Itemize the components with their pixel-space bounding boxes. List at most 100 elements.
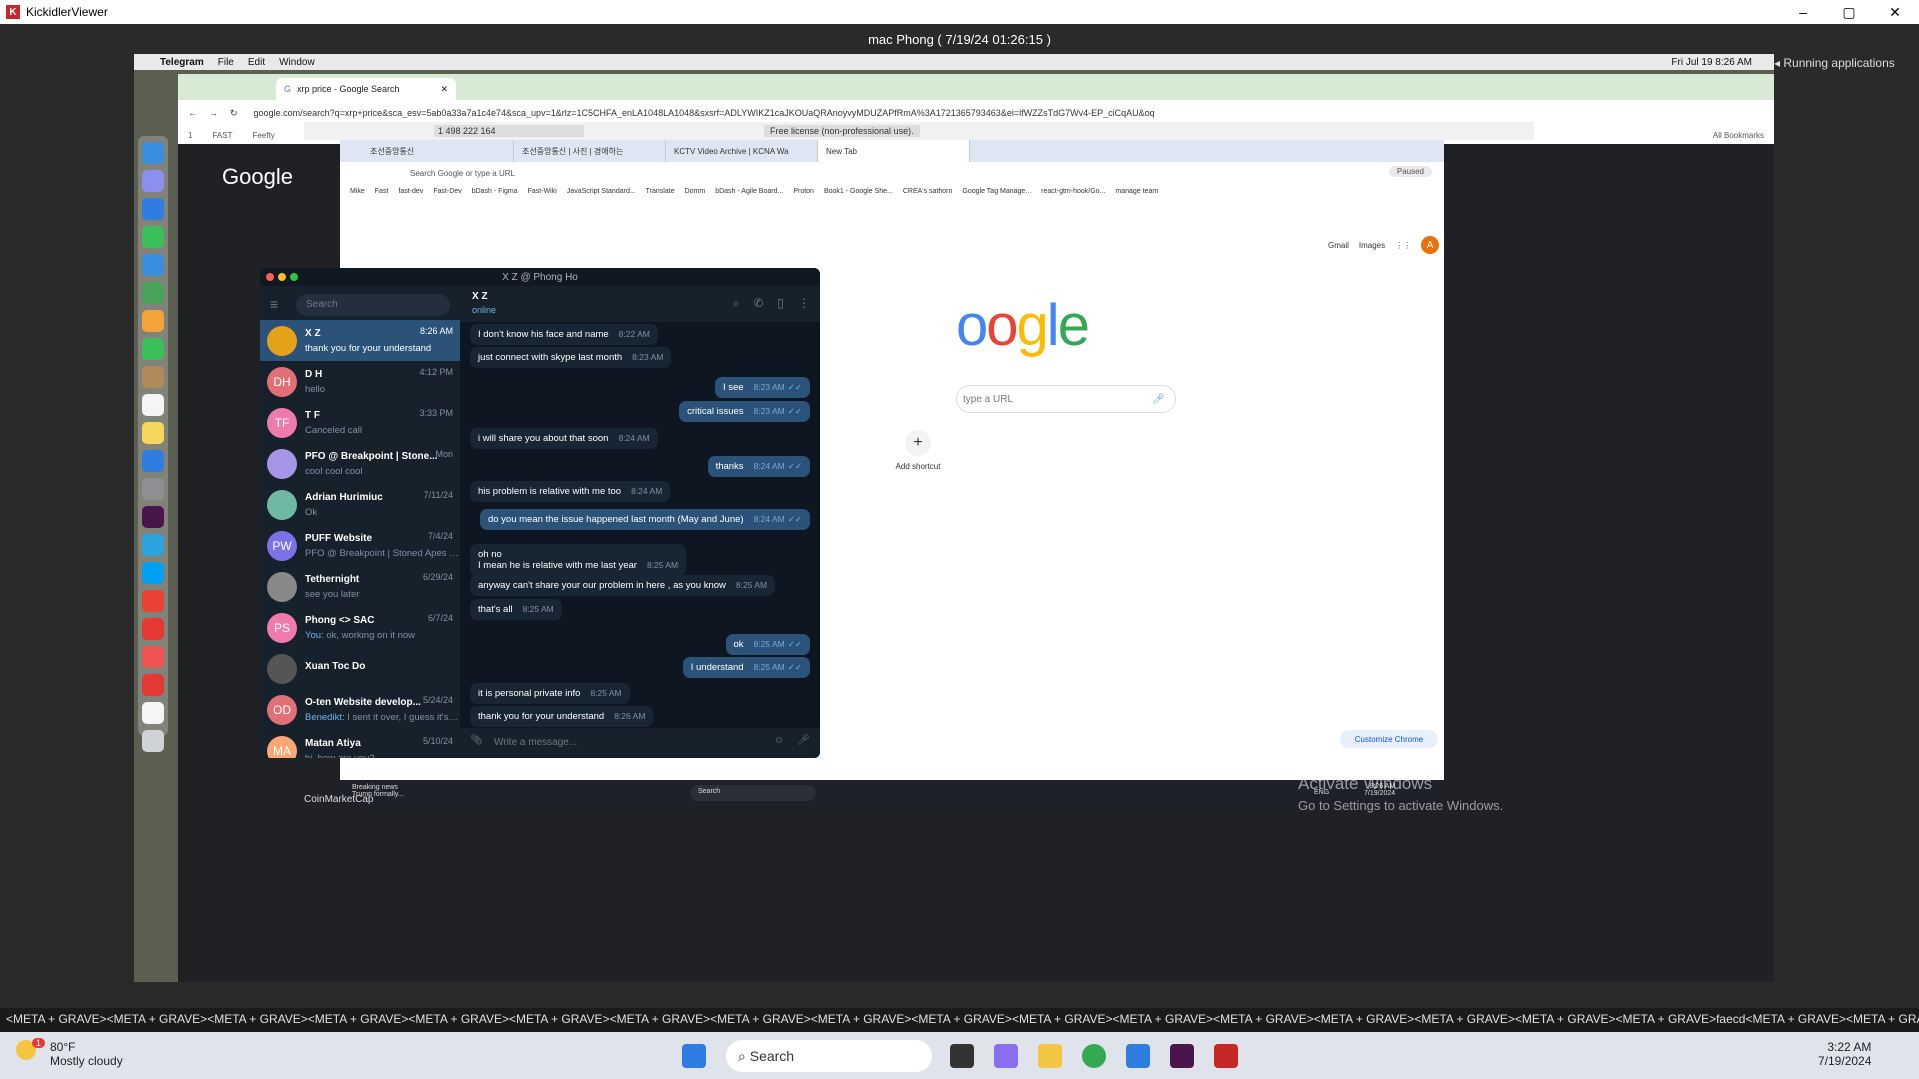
chat-item[interactable]: PFO @ Breakpoint | Stone... cool cool coo…: [260, 443, 460, 484]
chat-item[interactable]: MA Matan Atiya hi, how are you? 5/10/24: [260, 730, 460, 758]
apps-grid-icon[interactable]: ⋮⋮: [1395, 241, 1411, 250]
telegram-icon[interactable]: [142, 534, 164, 556]
inner-bookmark[interactable]: Proton: [793, 188, 814, 195]
vscode-icon[interactable]: [1126, 1044, 1150, 1068]
inner-bookmark[interactable]: Mike: [350, 188, 365, 195]
tab-xrp-price[interactable]: G xrp price - Google Search ✕: [276, 78, 456, 100]
contacts-icon[interactable]: [142, 366, 164, 388]
session-id-field[interactable]: 1 498 222 164: [434, 125, 584, 137]
weather-widget[interactable]: 1 80°F Mostly cloudy: [16, 1038, 123, 1068]
address-bar[interactable]: google.com/search?q=xrp+price&sca_esv=5a…: [254, 108, 1154, 118]
bookmark-fast[interactable]: FAST: [212, 131, 232, 140]
menu-file[interactable]: File: [218, 57, 234, 68]
chat-item[interactable]: X Zthank you for your understand 8:26 AM: [260, 320, 460, 361]
inner-bookmark[interactable]: react-gtm-hook/Go...: [1041, 188, 1105, 195]
google-search-box[interactable]: type a URL 🎤︎: [956, 385, 1176, 413]
message-bubble[interactable]: oh no I mean he is relative with me last …: [470, 544, 687, 576]
inner-tab-1[interactable]: 조선중앙통신: [362, 140, 514, 162]
maximize-button[interactable]: ▢: [1826, 0, 1872, 24]
customize-chrome-button[interactable]: Customize Chrome: [1340, 730, 1438, 748]
contact-name[interactable]: X Z: [472, 291, 488, 302]
zoom-light-icon[interactable]: [290, 273, 298, 281]
bookmark-1[interactable]: 1: [188, 131, 192, 140]
chrome-taskbar-icon[interactable]: [1082, 1044, 1106, 1068]
bookmark-feefty[interactable]: Feefty: [252, 131, 274, 140]
message-bubble[interactable]: his problem is relative with me too 8:24 …: [470, 481, 671, 502]
notes-icon[interactable]: [142, 422, 164, 444]
inner-address-bar[interactable]: Search Google or type a URL Paused: [340, 162, 1444, 184]
chat-item[interactable]: Adrian Hurimiuc Ok 7/11/24: [260, 484, 460, 525]
more-icon[interactable]: ⋮: [798, 296, 810, 311]
settings-icon[interactable]: [142, 478, 164, 500]
maps-icon[interactable]: [142, 282, 164, 304]
message-bubble[interactable]: thanks 8:24 AM ✓✓: [707, 456, 810, 477]
copilot-icon[interactable]: [994, 1044, 1018, 1068]
tab-close-icon[interactable]: ✕: [440, 84, 448, 95]
chat-item[interactable]: DH D Hhello 4:12 PM: [260, 361, 460, 402]
remote-screen[interactable]: Telegram File Edit Window Fri Jul 19 8:2…: [134, 54, 1774, 982]
close-button[interactable]: ✕: [1872, 0, 1918, 24]
reload-icon[interactable]: ↻: [230, 108, 238, 119]
chat-item[interactable]: Xuan Toc Do: [260, 648, 460, 689]
images-link[interactable]: Images: [1359, 241, 1385, 250]
minimize-button[interactable]: –: [1780, 0, 1826, 24]
attach-icon[interactable]: 📎︎: [470, 735, 483, 746]
menu-edit[interactable]: Edit: [248, 57, 265, 68]
inner-bookmark[interactable]: bDash - Agile Board...: [715, 188, 783, 195]
skype-icon[interactable]: [142, 562, 164, 584]
inner-bookmark[interactable]: Fast-Wiki: [528, 188, 557, 195]
message-bubble[interactable]: anyway can't share your our problem in h…: [470, 575, 776, 596]
minimize-light-icon[interactable]: [278, 273, 286, 281]
photos-icon[interactable]: [142, 310, 164, 332]
taskbar-clock[interactable]: 3:22 AM 7/19/2024: [1818, 1040, 1871, 1068]
menubar-app[interactable]: Telegram: [160, 57, 204, 68]
message-bubble[interactable]: I understand 8:25 AM ✓✓: [682, 657, 810, 678]
slack-taskbar-icon[interactable]: [1170, 1044, 1194, 1068]
account-avatar[interactable]: A: [1421, 236, 1440, 254]
gmail-link[interactable]: Gmail: [1328, 241, 1349, 250]
inner-bookmark[interactable]: Translate: [646, 188, 675, 195]
inner-bookmark[interactable]: fast-dev: [398, 188, 423, 195]
inner-tab-2[interactable]: 조선중앙통신 | 사진 | 경애하는: [514, 140, 666, 162]
inner-bookmark[interactable]: Google Tag Manage...: [962, 188, 1031, 195]
chat-item[interactable]: Tethernight see you later 6/29/24: [260, 566, 460, 607]
anydesk2-icon[interactable]: [142, 646, 164, 668]
mail-icon[interactable]: [142, 254, 164, 276]
trash-icon[interactable]: [142, 730, 164, 752]
chat-item[interactable]: OD O-ten Website develop... Benedikt: I se…: [260, 689, 460, 730]
message-input[interactable]: Write a message...: [494, 737, 577, 748]
message-bubble[interactable]: that's all 8:25 AM: [470, 599, 562, 620]
running-applications-toggle[interactable]: ◂ Running applications: [1774, 56, 1895, 70]
mic-icon[interactable]: 🎤︎: [1152, 394, 1165, 405]
add-shortcut[interactable]: + Add shortcut: [878, 430, 958, 471]
inner-bookmark[interactable]: JavaScript Standard...: [567, 188, 636, 195]
menu-window[interactable]: Window: [279, 57, 315, 68]
message-bubble[interactable]: I see 8:23 AM ✓✓: [714, 377, 810, 398]
inner-bookmark[interactable]: Book1 - Google She...: [824, 188, 893, 195]
emoji-icon[interactable]: ☺: [774, 735, 784, 746]
microphone-icon[interactable]: 🎤︎: [797, 735, 810, 746]
windows-start-icon[interactable]: [682, 1044, 706, 1068]
file-explorer-icon[interactable]: [1038, 1044, 1062, 1068]
anydesk-icon[interactable]: [142, 618, 164, 640]
paused-badge[interactable]: Paused: [1388, 166, 1432, 177]
all-bookmarks[interactable]: All Bookmarks: [1713, 131, 1764, 140]
inner-search[interactable]: Search: [690, 785, 816, 801]
inner-bookmark[interactable]: manage team: [1115, 188, 1158, 195]
document-icon[interactable]: [142, 702, 164, 724]
inner-bookmark[interactable]: CREA's sathorn: [903, 188, 953, 195]
chat-item[interactable]: PS Phong <> SAC You: ok, working on it now…: [260, 607, 460, 648]
message-bubble[interactable]: ok 8:25 AM ✓✓: [725, 634, 810, 655]
task-view-icon[interactable]: [950, 1044, 974, 1068]
search-icon[interactable]: ⌕: [733, 296, 740, 311]
reminders-icon[interactable]: [142, 394, 164, 416]
message-bubble[interactable]: critical issues 8:23 AM ✓✓: [679, 401, 810, 422]
inner-bookmark[interactable]: bDash - Figma: [472, 188, 518, 195]
launchpad-icon[interactable]: [142, 170, 164, 192]
inner-tab-new[interactable]: New Tab: [818, 140, 970, 162]
inner-bookmark[interactable]: Fast-Dev: [433, 188, 461, 195]
safari-icon[interactable]: [142, 198, 164, 220]
message-bubble[interactable]: I don't know his face and name 8:22 AM: [470, 324, 658, 345]
forward-icon[interactable]: →: [209, 108, 218, 118]
hamburger-menu-icon[interactable]: ≡: [270, 296, 278, 312]
